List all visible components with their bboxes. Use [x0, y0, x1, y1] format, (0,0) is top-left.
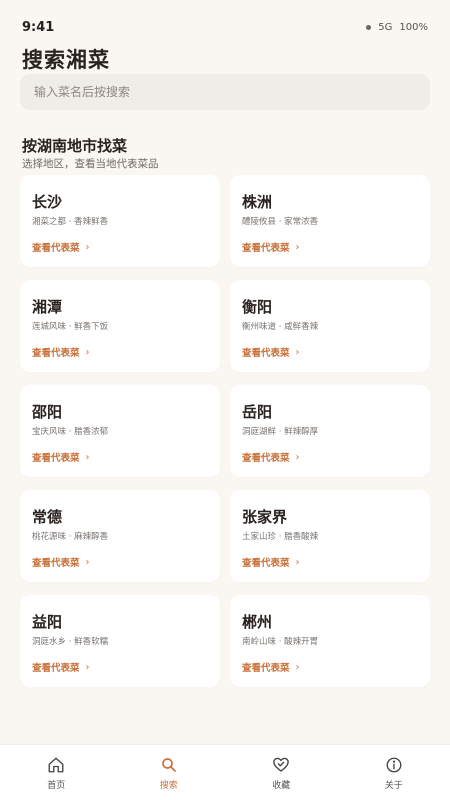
- nav-label-favorites: 收藏: [272, 781, 291, 791]
- status-bar: 9:41 5G 100%: [0, 0, 450, 40]
- chevron-right-icon: ›: [85, 241, 90, 253]
- view-dishes-label: 查看代表菜: [242, 558, 290, 569]
- view-dishes-label: 查看代表菜: [32, 663, 80, 674]
- status-indicators: 5G 100%: [366, 22, 428, 33]
- home-icon: [48, 757, 64, 773]
- view-dishes-label: 查看代表菜: [32, 453, 80, 464]
- view-dishes-label: 查看代表菜: [32, 348, 80, 359]
- search-screen: 9:41 5G 100% 搜索湘菜 按湖南地市找菜 选择地区，查看当地代表菜品 …: [0, 0, 450, 800]
- info-icon: [386, 757, 402, 773]
- nav-label-search: 搜索: [159, 781, 178, 791]
- chevron-right-icon: ›: [295, 241, 300, 253]
- nav-item-favorites[interactable]: 收藏: [225, 745, 338, 800]
- chevron-right-icon: ›: [85, 661, 90, 673]
- chevron-right-icon: ›: [85, 451, 90, 463]
- nav-item-about[interactable]: 关于: [338, 745, 450, 800]
- region-name: 邵阳: [32, 403, 63, 421]
- region-description: 土家山珍 · 腊香酸辣: [242, 532, 319, 542]
- section-title: 按湖南地市找菜: [22, 137, 128, 155]
- chevron-right-icon: ›: [295, 346, 300, 358]
- region-card[interactable]: 张家界 土家山珍 · 腊香酸辣 查看代表菜 ›: [230, 490, 430, 582]
- region-name: 株洲: [242, 193, 273, 211]
- region-description: 衡州味道 · 咸鲜香辣: [242, 322, 319, 332]
- region-name: 郴州: [242, 613, 273, 631]
- battery-label: 100%: [399, 21, 428, 33]
- heart-icon: [273, 757, 290, 772]
- region-card[interactable]: 长沙 湘菜之都 · 香辣鲜香 查看代表菜 ›: [20, 175, 220, 267]
- region-description: 洞庭水乡 · 鲜香软糯: [32, 637, 109, 647]
- chevron-right-icon: ›: [295, 556, 300, 568]
- region-description: 南岭山味 · 酸辣开胃: [242, 637, 319, 647]
- view-dishes-link[interactable]: 查看代表菜 ›: [32, 555, 90, 570]
- region-card[interactable]: 湘潭 莲城风味 · 鲜香下饭 查看代表菜 ›: [20, 280, 220, 372]
- region-name: 长沙: [32, 193, 63, 211]
- region-card[interactable]: 常德 桃花源味 · 麻辣醇香 查看代表菜 ›: [20, 490, 220, 582]
- section-subtitle: 选择地区，查看当地代表菜品: [22, 158, 159, 170]
- view-dishes-link[interactable]: 查看代表菜 ›: [32, 450, 90, 465]
- page-title: 搜索湘菜: [22, 48, 110, 72]
- view-dishes-link[interactable]: 查看代表菜 ›: [32, 660, 90, 675]
- chevron-right-icon: ›: [85, 556, 90, 568]
- region-card[interactable]: 益阳 洞庭水乡 · 鲜香软糯 查看代表菜 ›: [20, 595, 220, 687]
- view-dishes-label: 查看代表菜: [242, 348, 290, 359]
- status-time: 9:41: [22, 19, 55, 35]
- region-name: 湘潭: [32, 298, 63, 316]
- view-dishes-label: 查看代表菜: [242, 453, 290, 464]
- region-description: 桃花源味 · 麻辣醇香: [32, 532, 109, 542]
- region-description: 醴陵攸县 · 家常浓香: [242, 217, 319, 227]
- region-name: 岳阳: [242, 403, 273, 421]
- nav-item-search[interactable]: 搜索: [113, 745, 226, 800]
- bottom-nav: 首页 搜索 收藏 关于: [0, 744, 450, 800]
- region-name: 张家界: [242, 508, 288, 526]
- chevron-right-icon: ›: [295, 451, 300, 463]
- region-card[interactable]: 邵阳 宝庆风味 · 腊香浓郁 查看代表菜 ›: [20, 385, 220, 477]
- signal-dot-icon: [366, 24, 372, 30]
- region-card[interactable]: 株洲 醴陵攸县 · 家常浓香 查看代表菜 ›: [230, 175, 430, 267]
- search-icon: [161, 758, 176, 772]
- nav-item-home[interactable]: 首页: [0, 745, 113, 800]
- region-description: 洞庭湖鲜 · 鲜辣醇厚: [242, 427, 319, 437]
- view-dishes-link[interactable]: 查看代表菜 ›: [242, 660, 300, 675]
- nav-label-home: 首页: [47, 781, 66, 791]
- nav-label-about: 关于: [384, 781, 403, 791]
- region-card[interactable]: 衡阳 衡州味道 · 咸鲜香辣 查看代表菜 ›: [230, 280, 430, 372]
- region-description: 莲城风味 · 鲜香下饭: [32, 322, 109, 332]
- region-card[interactable]: 岳阳 洞庭湖鲜 · 鲜辣醇厚 查看代表菜 ›: [230, 385, 430, 477]
- view-dishes-link[interactable]: 查看代表菜 ›: [242, 240, 300, 255]
- region-name: 益阳: [32, 613, 63, 631]
- region-grid: 长沙 湘菜之都 · 香辣鲜香 查看代表菜 › 株洲 醴陵攸县 · 家常浓香 查看代…: [20, 175, 430, 687]
- view-dishes-label: 查看代表菜: [242, 243, 290, 254]
- chevron-right-icon: ›: [295, 661, 300, 673]
- region-name: 常德: [32, 508, 63, 526]
- region-description: 宝庆风味 · 腊香浓郁: [32, 427, 109, 437]
- search-input[interactable]: [34, 85, 430, 99]
- view-dishes-label: 查看代表菜: [32, 243, 80, 254]
- view-dishes-link[interactable]: 查看代表菜 ›: [242, 555, 300, 570]
- view-dishes-link[interactable]: 查看代表菜 ›: [32, 345, 90, 360]
- view-dishes-link[interactable]: 查看代表菜 ›: [32, 240, 90, 255]
- region-description: 湘菜之都 · 香辣鲜香: [32, 217, 109, 227]
- chevron-right-icon: ›: [85, 346, 90, 358]
- region-card[interactable]: 郴州 南岭山味 · 酸辣开胃 查看代表菜 ›: [230, 595, 430, 687]
- view-dishes-label: 查看代表菜: [32, 558, 80, 569]
- view-dishes-label: 查看代表菜: [242, 663, 290, 674]
- view-dishes-link[interactable]: 查看代表菜 ›: [242, 450, 300, 465]
- region-name: 衡阳: [242, 298, 273, 316]
- search-bar[interactable]: [20, 74, 430, 110]
- network-label: 5G: [378, 21, 393, 33]
- view-dishes-link[interactable]: 查看代表菜 ›: [242, 345, 300, 360]
